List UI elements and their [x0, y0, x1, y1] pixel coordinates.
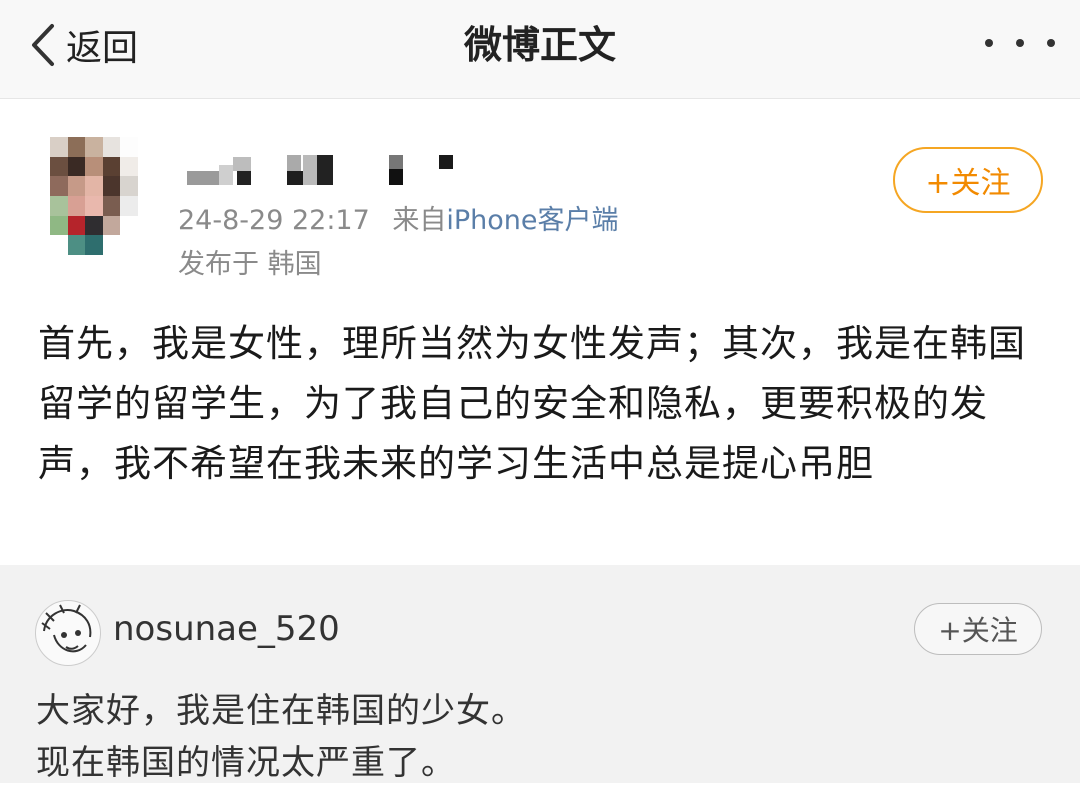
- post-location: 发布于 韩国: [178, 249, 322, 280]
- avatar[interactable]: [50, 137, 138, 255]
- embedded-post: nosunae_520 +关注 大家好，我是住在韩国的少女。 现在韩国的情况太严…: [0, 565, 1080, 783]
- page-title: 微博正文: [463, 23, 616, 67]
- username-obscured[interactable]: [183, 153, 463, 193]
- repost-line: 现在韩国的情况太严重了。: [36, 743, 456, 783]
- repost-line: 大家好，我是住在韩国的少女。: [36, 691, 526, 731]
- post-timestamp: 24-8-29 22:17: [178, 205, 370, 236]
- source-prefix: 来自: [392, 205, 447, 236]
- repost-username[interactable]: nosunae_520: [113, 607, 340, 651]
- follow-button[interactable]: +关注: [893, 147, 1043, 213]
- post-meta: 24-8-29 22:17 来自iPhone客户端: [178, 203, 619, 239]
- more-dots-icon[interactable]: [985, 28, 1055, 58]
- repost-avatar[interactable]: [35, 600, 101, 666]
- weibo-post: 24-8-29 22:17 来自iPhone客户端 发布于 韩国 +关注 首先，…: [0, 99, 1080, 565]
- post-source[interactable]: iPhone客户端: [446, 205, 618, 236]
- repost-follow-button[interactable]: +关注: [914, 603, 1042, 655]
- post-body: 首先，我是女性，理所当然为女性发声；其次，我是在韩国留学的留学生，为了我自己的安…: [38, 322, 1026, 485]
- sketch-avatar-icon: [41, 604, 92, 653]
- navigation-bar: 返回 微博正文: [0, 0, 1080, 99]
